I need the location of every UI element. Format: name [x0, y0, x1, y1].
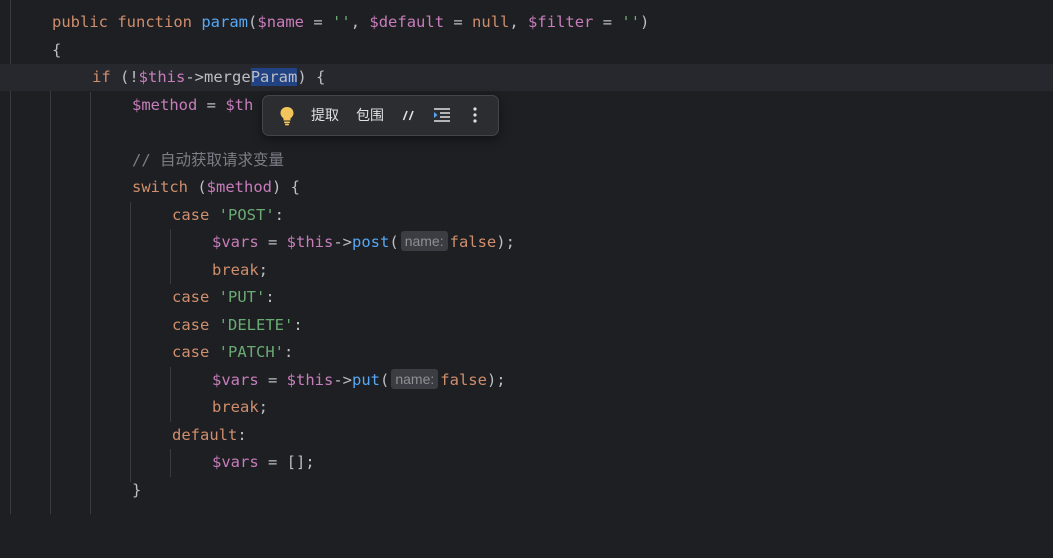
- string-literal: 'POST': [218, 206, 275, 224]
- variable: $method: [132, 96, 198, 114]
- parameter: $name: [257, 13, 305, 31]
- string-literal: '': [332, 13, 351, 31]
- code-line-current[interactable]: if (!$this->mergeParam) {: [0, 64, 1053, 91]
- code-line[interactable]: break;: [0, 257, 1053, 284]
- keyword: if: [92, 68, 111, 86]
- keyword: case: [172, 288, 210, 306]
- code-line[interactable]: break;: [0, 394, 1053, 421]
- keyword: public: [52, 13, 108, 31]
- keyword: case: [172, 206, 210, 224]
- brace: }: [132, 481, 142, 499]
- variable: $vars: [212, 453, 259, 471]
- method-name: put: [352, 371, 381, 389]
- code-line[interactable]: $vars = $this->post(name: false);: [0, 229, 1053, 256]
- property-name: merge: [204, 68, 251, 86]
- parameter-hint: name:: [400, 231, 448, 251]
- keyword: false: [449, 233, 497, 251]
- parameter-hint: name:: [391, 369, 439, 389]
- keyword: case: [172, 316, 210, 334]
- code-line[interactable]: public function param($name = '', $defau…: [0, 9, 1053, 36]
- code-line[interactable]: $vars = [];: [0, 449, 1053, 476]
- lightbulb-icon[interactable]: [279, 106, 295, 126]
- string-literal: 'PUT': [218, 288, 266, 306]
- keyword: null: [472, 13, 510, 31]
- parameter: $default: [369, 13, 445, 31]
- keyword: function: [117, 13, 192, 31]
- selected-text[interactable]: Param: [250, 68, 298, 86]
- code-editor[interactable]: public function param($name = '', $defau…: [0, 0, 1053, 514]
- keyword: switch: [132, 178, 188, 196]
- variable: $vars: [212, 371, 259, 389]
- keyword: false: [440, 371, 487, 389]
- code-line[interactable]: }: [0, 477, 1053, 504]
- comment: // 自动获取请求变量: [132, 151, 284, 169]
- variable: $this: [286, 233, 334, 251]
- comment-icon[interactable]: [402, 106, 416, 128]
- surround-button[interactable]: 包围: [356, 105, 384, 127]
- more-vertical-icon[interactable]: [471, 105, 479, 125]
- code-line[interactable]: $vars = $this->put(name: false);: [0, 367, 1053, 394]
- keyword: break: [212, 261, 259, 279]
- code-line[interactable]: case 'POST':: [0, 202, 1053, 229]
- code-line[interactable]: default:: [0, 422, 1053, 449]
- keyword: default: [172, 426, 238, 444]
- variable: $this: [138, 68, 186, 86]
- string-literal: 'DELETE': [218, 316, 294, 334]
- extract-button[interactable]: 提取: [311, 105, 339, 127]
- reformat-icon[interactable]: [433, 106, 451, 128]
- string-literal: 'PATCH': [218, 343, 284, 361]
- code-line[interactable]: case 'PATCH':: [0, 339, 1053, 366]
- code-line[interactable]: {: [0, 37, 1053, 64]
- string-literal: '': [621, 13, 641, 31]
- variable: $th: [225, 96, 254, 114]
- code-line[interactable]: switch ($method) {: [0, 174, 1053, 201]
- variable: $this: [286, 371, 334, 389]
- keyword: break: [212, 398, 259, 416]
- floating-toolbar: 提取 包围: [262, 95, 499, 136]
- parameter: $filter: [528, 13, 594, 31]
- function-name: param: [201, 13, 249, 31]
- code-line[interactable]: $method = $th: [0, 92, 1053, 119]
- code-line[interactable]: // 自动获取请求变量: [0, 147, 1053, 174]
- variable: $method: [206, 178, 272, 196]
- code-line[interactable]: case 'PUT':: [0, 284, 1053, 311]
- keyword: case: [172, 343, 210, 361]
- method-name: post: [352, 233, 390, 251]
- brace: {: [52, 41, 62, 59]
- variable: $vars: [212, 233, 259, 251]
- code-line[interactable]: case 'DELETE':: [0, 312, 1053, 339]
